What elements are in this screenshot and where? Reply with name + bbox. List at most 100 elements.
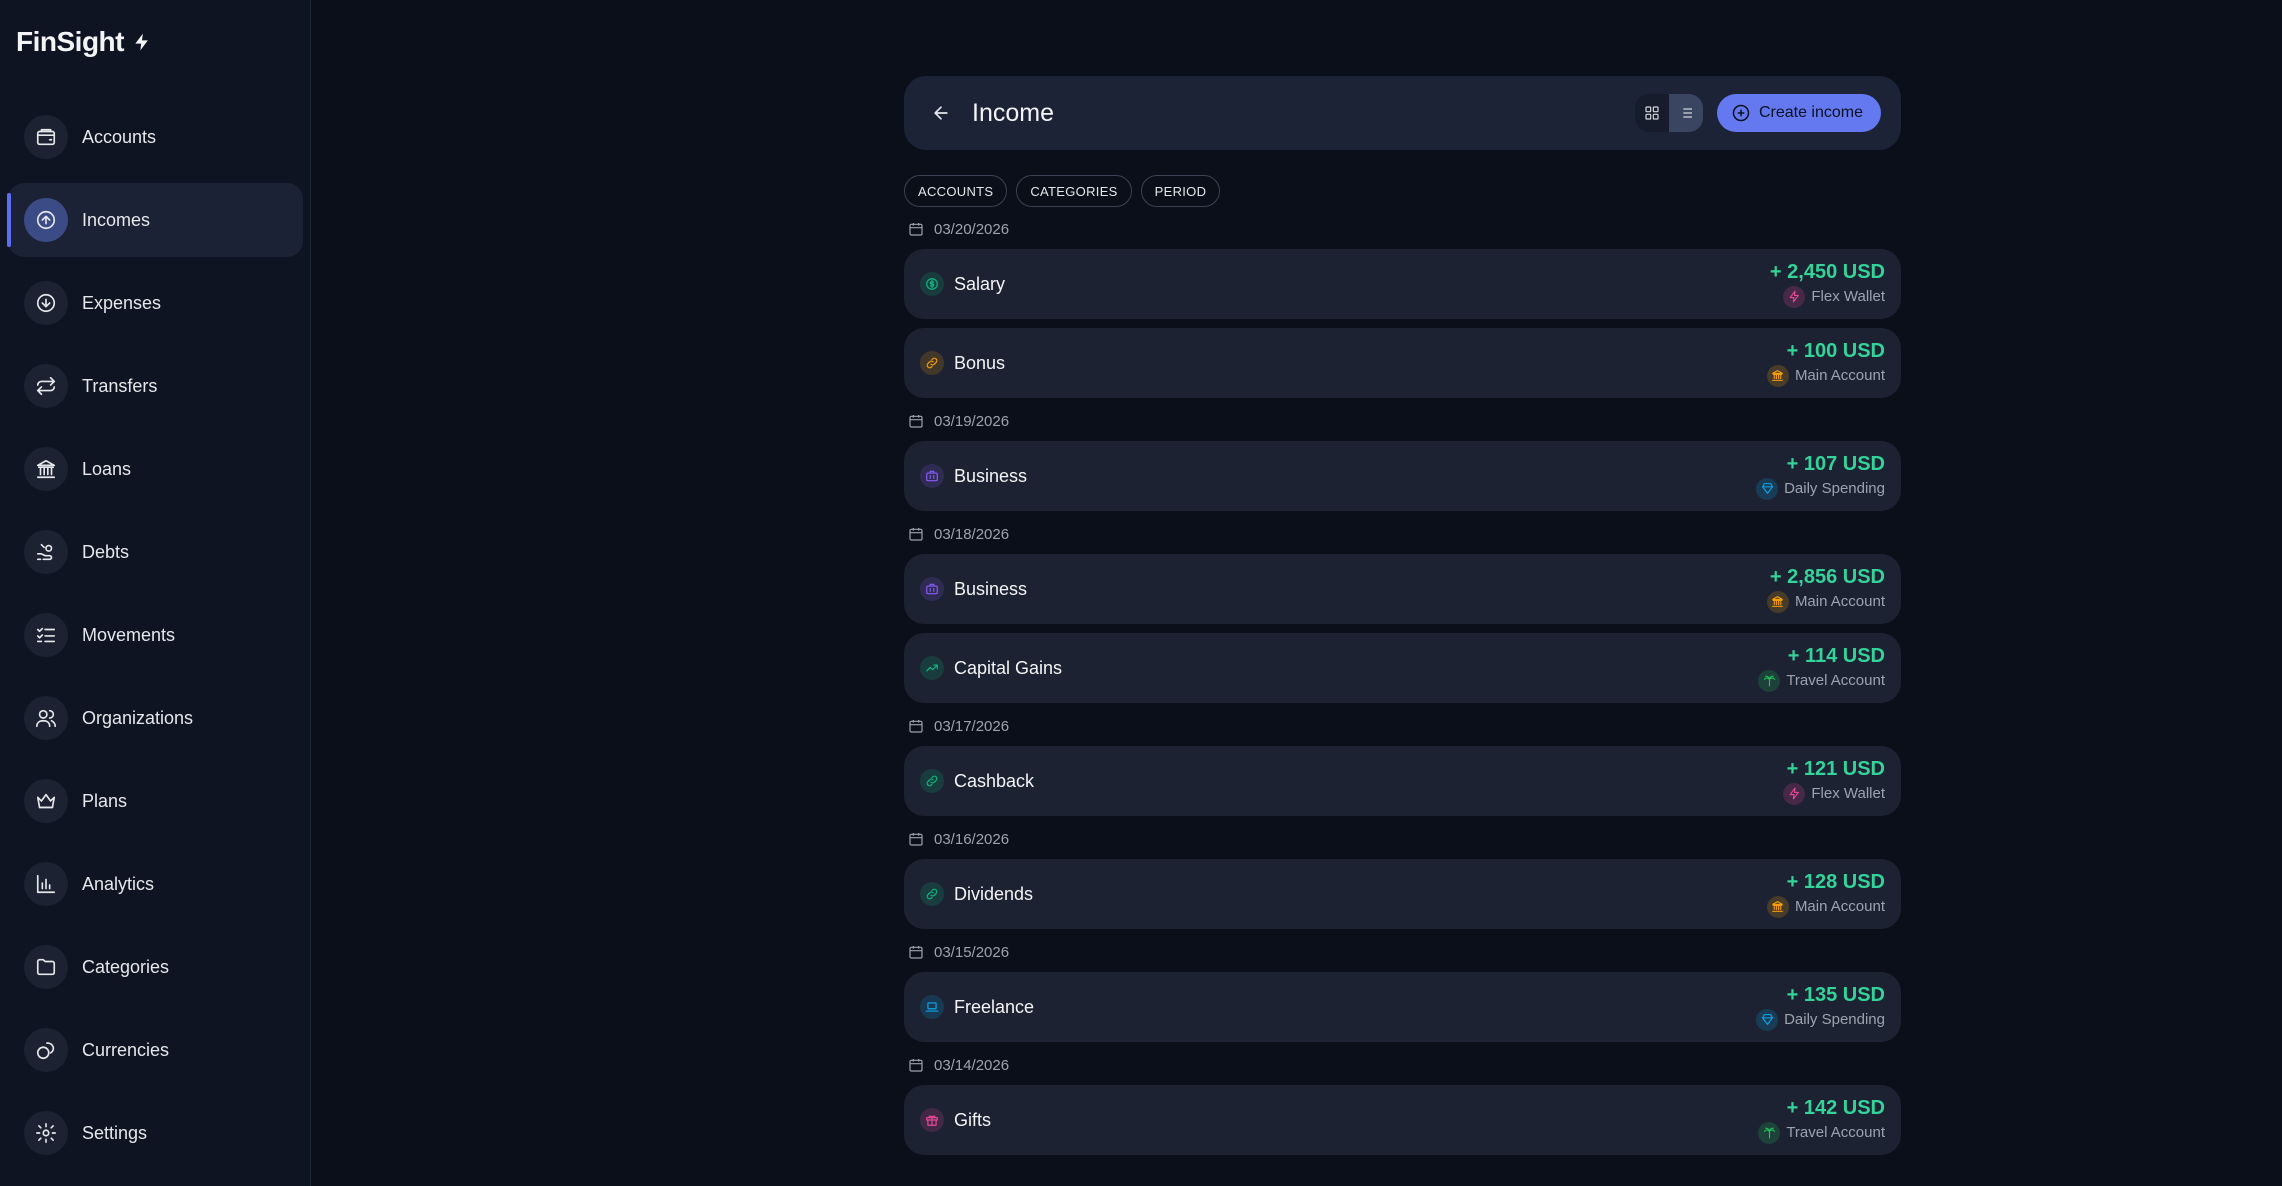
date-header: 03/20/2026	[904, 215, 1901, 243]
list-checks-icon	[24, 613, 68, 657]
sidebar-item-movements[interactable]: Movements	[8, 598, 303, 672]
sidebar-item-transfers[interactable]: Transfers	[8, 349, 303, 423]
income-category: Cashback	[954, 770, 1035, 791]
view-toggle	[1634, 94, 1703, 132]
date-label: 03/14/2026	[934, 1056, 1010, 1074]
income-row[interactable]: Freelance + 135 USD Daily Spending	[904, 972, 1901, 1042]
income-category: Freelance	[954, 996, 1035, 1017]
date-label: 03/20/2026	[934, 220, 1010, 238]
sidebar-item-loans[interactable]: Loans	[8, 432, 303, 506]
date-label: 03/17/2026	[934, 717, 1010, 735]
sidebar-item-currencies[interactable]: Currencies	[8, 1013, 303, 1087]
filter-period[interactable]: PERIOD	[1140, 175, 1221, 207]
income-amount: + 2,450 USD	[1769, 260, 1885, 283]
account-name: Main Account	[1794, 367, 1885, 384]
sidebar-item-plans[interactable]: Plans	[8, 764, 303, 838]
sidebar-item-settings[interactable]: Settings	[8, 1096, 303, 1170]
sidebar-item-accounts[interactable]: Accounts	[8, 100, 303, 174]
grid-icon	[1645, 106, 1659, 120]
income-row[interactable]: Capital Gains + 114 USD Travel Account	[904, 633, 1901, 703]
coins-icon	[24, 1028, 68, 1072]
sidebar-item-analytics[interactable]: Analytics	[8, 847, 303, 921]
sidebar-item-label: Plans	[82, 790, 128, 811]
date-label: 03/16/2026	[934, 830, 1010, 848]
sidebar-item-expenses[interactable]: Expenses	[8, 266, 303, 340]
back-button[interactable]	[924, 96, 958, 130]
page-title: Income	[972, 98, 1054, 127]
income-category: Dividends	[954, 883, 1034, 904]
palm-tree-icon	[1758, 1121, 1781, 1144]
sidebar-item-organizations[interactable]: Organizations	[8, 681, 303, 755]
account-name: Daily Spending	[1784, 480, 1885, 497]
bank-icon	[1766, 590, 1789, 613]
income-row[interactable]: Salary + 2,450 USD Flex Wallet	[904, 249, 1901, 319]
income-row[interactable]: Dividends + 128 USD Main Account	[904, 859, 1901, 929]
app-logo[interactable]: FinSight	[16, 26, 152, 58]
income-row[interactable]: Business + 107 USD Daily Spending	[904, 441, 1901, 511]
income-row[interactable]: Gifts + 142 USD Travel Account	[904, 1085, 1901, 1155]
income-details: + 114 USD Travel Account	[1758, 645, 1885, 692]
income-amount: + 2,856 USD	[1769, 565, 1885, 588]
income-details: + 121 USD Flex Wallet	[1783, 758, 1885, 805]
list-view-button[interactable]	[1668, 94, 1703, 132]
income-amount: + 128 USD	[1786, 870, 1885, 893]
income-account: Main Account	[1766, 895, 1885, 918]
date-header: 03/18/2026	[904, 520, 1901, 548]
sidebar-item-label: Movements	[82, 624, 176, 645]
income-amount: + 114 USD	[1787, 644, 1885, 667]
income-amount: + 142 USD	[1786, 1096, 1885, 1119]
income-details: + 142 USD Travel Account	[1758, 1097, 1885, 1144]
filter-accounts[interactable]: ACCOUNTS	[904, 175, 1008, 207]
sidebar-item-incomes[interactable]: Incomes	[7, 183, 303, 257]
calendar-icon	[909, 528, 923, 541]
date-header: 03/14/2026	[904, 1051, 1901, 1079]
trending-up-icon	[920, 656, 944, 680]
palm-tree-icon	[1758, 669, 1781, 692]
income-amount: + 121 USD	[1786, 757, 1885, 780]
income-row[interactable]: Cashback + 121 USD Flex Wallet	[904, 746, 1901, 816]
income-row[interactable]: Business + 2,856 USD Main Account	[904, 554, 1901, 624]
income-amount: + 107 USD	[1786, 452, 1885, 475]
bank-icon	[1766, 895, 1789, 918]
sidebar-item-label: Debts	[82, 541, 130, 562]
bank-icon	[1766, 364, 1789, 387]
create-income-button[interactable]: Create income	[1716, 94, 1881, 132]
account-name: Flex Wallet	[1811, 785, 1885, 802]
calendar-icon	[909, 223, 923, 236]
income-row[interactable]: Bonus + 100 USD Main Account	[904, 328, 1901, 398]
diamond-icon	[1756, 477, 1779, 500]
filter-categories[interactable]: CATEGORIES	[1016, 175, 1132, 207]
diamond-icon	[1756, 1008, 1779, 1031]
briefcase-icon	[920, 577, 944, 601]
income-details: + 2,450 USD Flex Wallet	[1770, 261, 1885, 308]
sidebar-nav: Accounts Incomes Expenses Transfers Loan…	[7, 100, 303, 1179]
sidebar-item-label: Incomes	[82, 209, 151, 230]
account-name: Travel Account	[1786, 672, 1885, 689]
bolt-icon	[135, 33, 148, 51]
folder-icon	[24, 945, 68, 989]
account-name: Travel Account	[1786, 1124, 1885, 1141]
gear-icon	[24, 1111, 68, 1155]
sidebar-item-label: Loans	[82, 458, 132, 479]
app-name: FinSight	[16, 26, 124, 57]
income-details: + 107 USD Daily Spending	[1756, 453, 1885, 500]
link-icon	[920, 769, 944, 793]
filter-chips: ACCOUNTS CATEGORIES PERIOD	[904, 175, 1221, 207]
date-header: 03/17/2026	[904, 712, 1901, 740]
income-account: Travel Account	[1758, 669, 1885, 692]
grid-view-button[interactable]	[1635, 94, 1669, 132]
income-category: Bonus	[954, 352, 1006, 373]
income-amount: + 135 USD	[1786, 983, 1885, 1006]
sidebar-item-label: Organizations	[82, 707, 194, 728]
date-header: 03/19/2026	[904, 407, 1901, 435]
income-account: Flex Wallet	[1770, 285, 1885, 308]
briefcase-icon	[920, 464, 944, 488]
income-category: Gifts	[954, 1109, 992, 1130]
sidebar-item-label: Settings	[82, 1122, 148, 1143]
income-details: + 128 USD Main Account	[1766, 870, 1885, 918]
income-category: Capital Gains	[954, 657, 1063, 678]
sidebar-item-categories[interactable]: Categories	[8, 930, 303, 1004]
sidebar-item-debts[interactable]: Debts	[8, 515, 303, 589]
create-income-label: Create income	[1758, 104, 1863, 121]
sidebar-item-label: Accounts	[82, 126, 157, 147]
